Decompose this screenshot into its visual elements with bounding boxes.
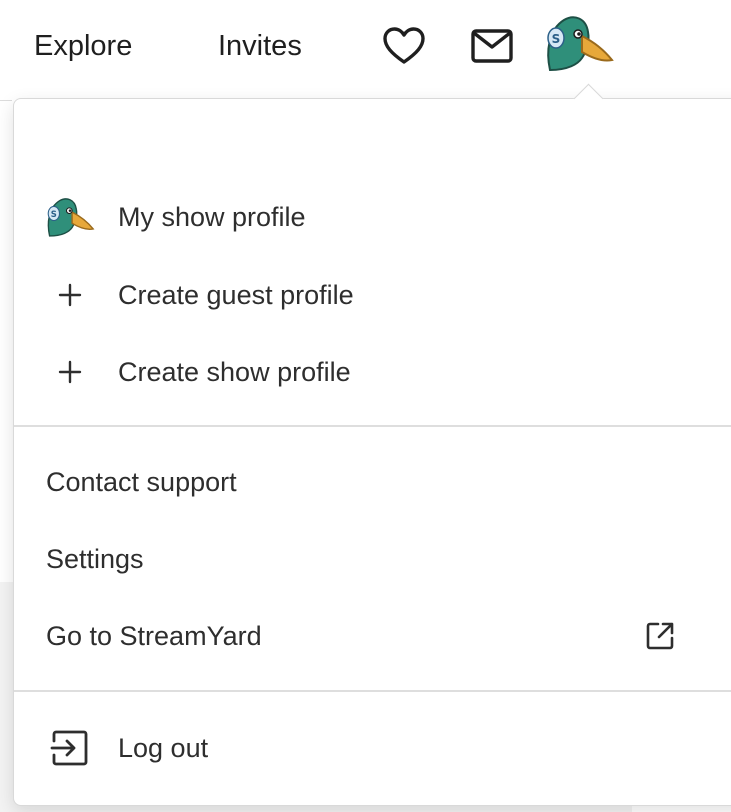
duck-avatar-icon: S xyxy=(44,195,96,239)
menu-divider xyxy=(14,690,731,692)
plus-icon xyxy=(58,283,82,307)
menu-item-log-out[interactable]: Log out xyxy=(14,716,731,780)
menu-item-my-show-profile[interactable]: S My show profile xyxy=(14,185,731,249)
menu-divider xyxy=(14,425,731,427)
account-avatar-button[interactable]: S xyxy=(542,12,616,74)
menu-item-settings[interactable]: Settings xyxy=(14,527,731,591)
external-link-icon xyxy=(644,620,676,652)
menu-label-create-guest-profile: Create guest profile xyxy=(118,280,354,310)
mail-icon xyxy=(471,29,513,63)
menu-label-my-show-profile: My show profile xyxy=(118,202,306,232)
logout-icon xyxy=(50,729,90,767)
menu-item-create-show-profile[interactable]: Create show profile xyxy=(14,340,731,404)
menu-item-go-to-streamyard[interactable]: Go to StreamYard xyxy=(14,604,731,668)
background-divider xyxy=(0,100,12,101)
nav-invites-link[interactable]: Invites xyxy=(218,28,302,64)
account-dropdown-menu: S My show profile Create guest profile C… xyxy=(13,98,731,806)
menu-label-go-to-streamyard: Go to StreamYard xyxy=(46,621,262,651)
plus-icon xyxy=(58,360,82,384)
nav-explore-link[interactable]: Explore xyxy=(34,28,132,64)
menu-label-contact-support: Contact support xyxy=(46,467,237,497)
menu-label-log-out: Log out xyxy=(118,733,209,763)
duck-avatar-icon: S xyxy=(547,16,614,72)
svg-text:S: S xyxy=(552,32,561,46)
page: Explore Invites S S My show profile Crea… xyxy=(0,0,731,812)
menu-item-create-guest-profile[interactable]: Create guest profile xyxy=(14,263,731,327)
svg-text:S: S xyxy=(51,209,57,219)
top-navigation: Explore Invites S xyxy=(0,0,731,96)
messages-button[interactable] xyxy=(470,26,514,66)
menu-label-create-show-profile: Create show profile xyxy=(118,357,351,387)
favorites-button[interactable] xyxy=(382,24,426,68)
menu-label-settings: Settings xyxy=(46,544,144,574)
heart-icon xyxy=(383,27,425,64)
menu-item-contact-support[interactable]: Contact support xyxy=(14,450,731,514)
